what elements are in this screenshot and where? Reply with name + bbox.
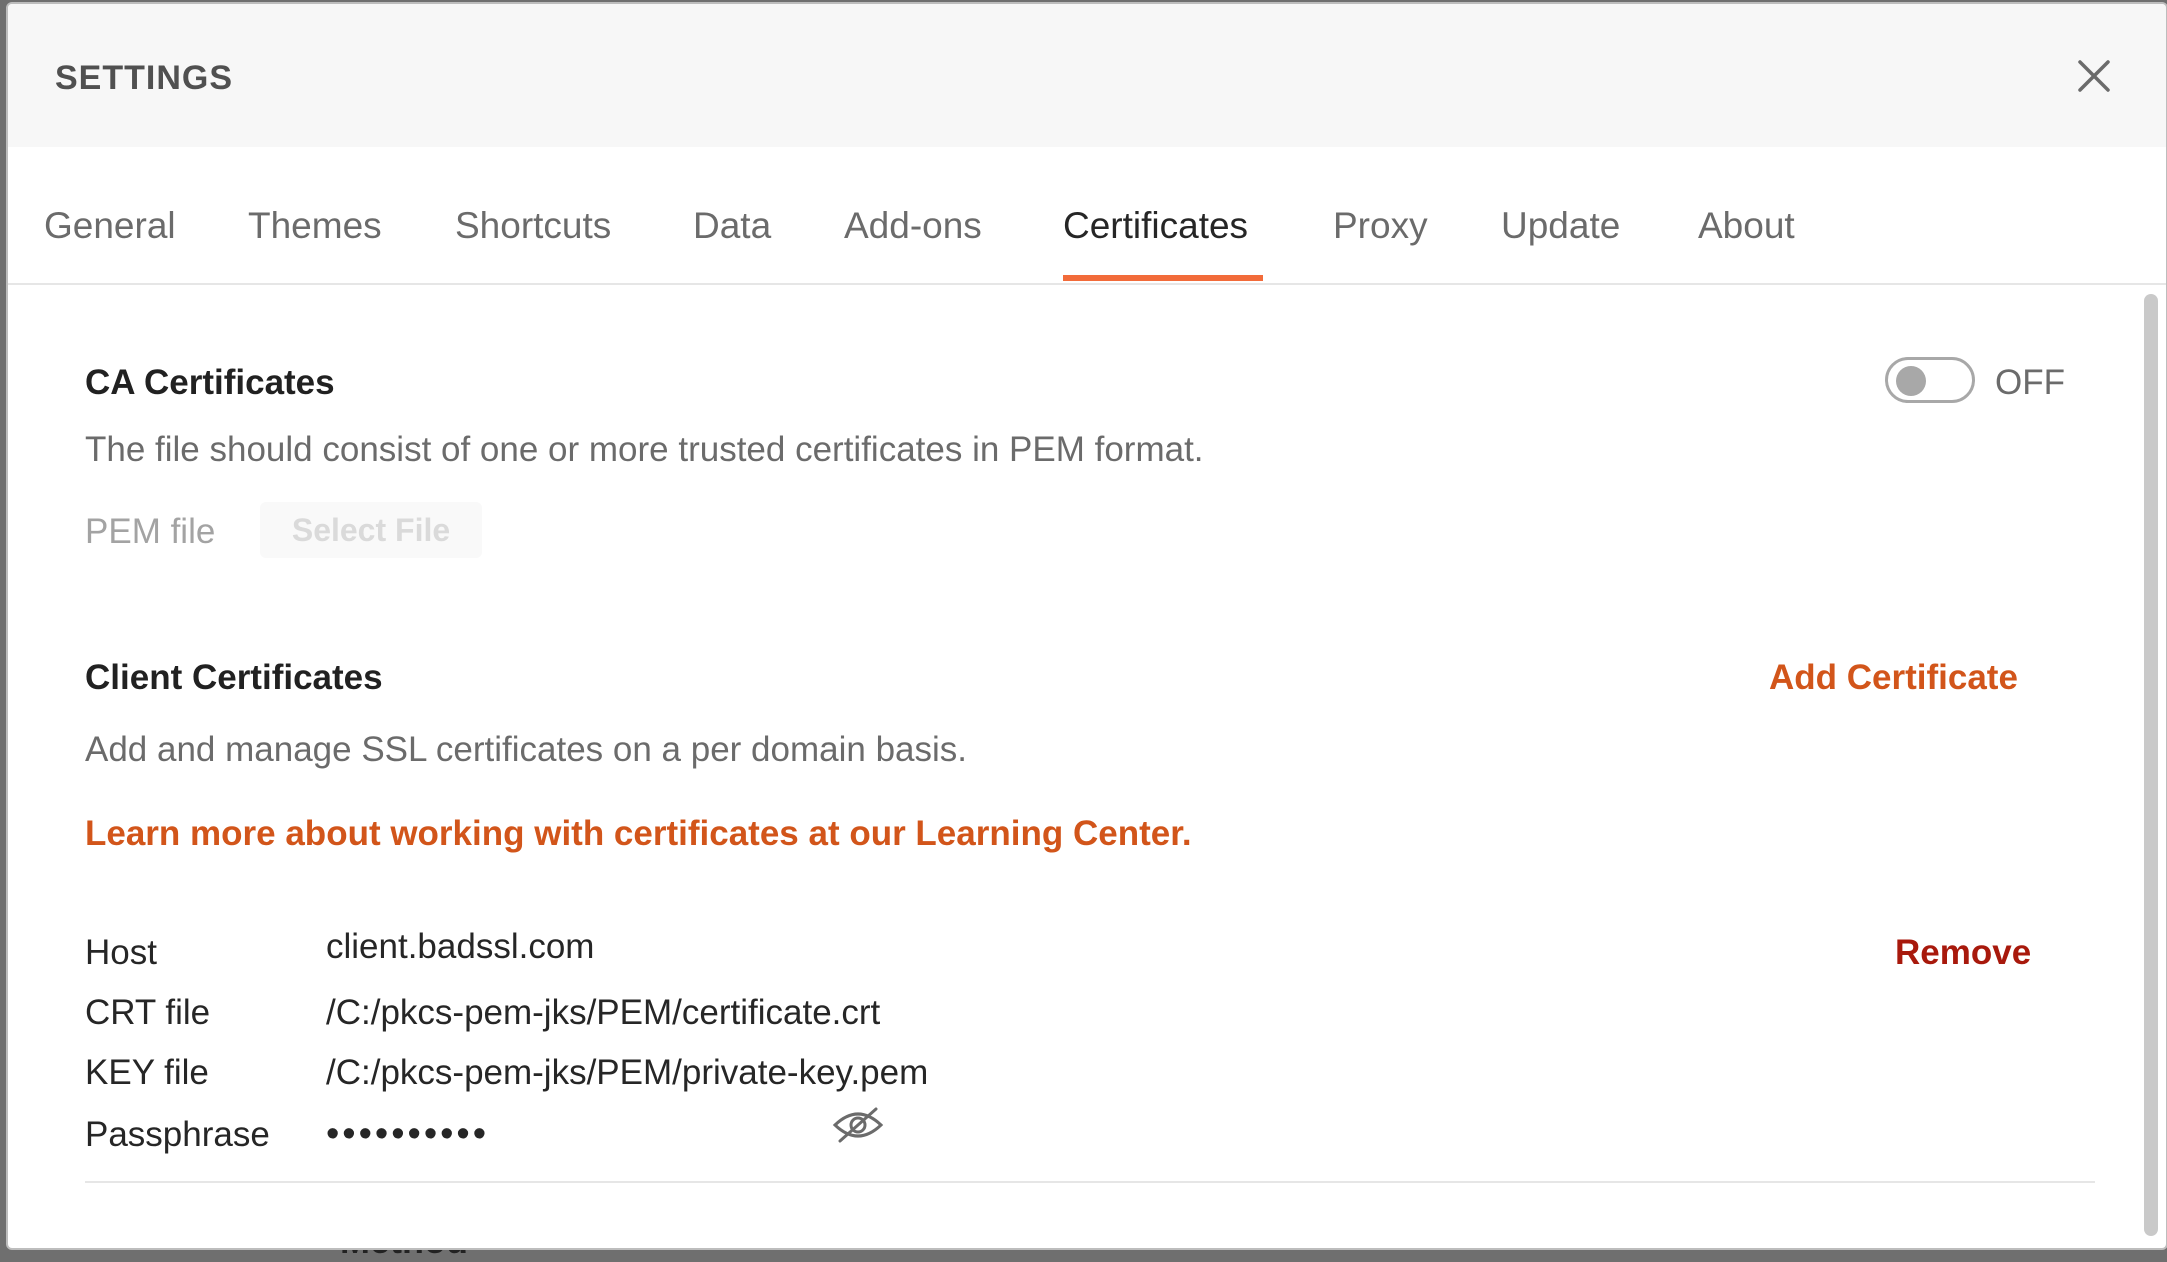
toggle-state-label: OFF (1995, 363, 2065, 402)
host-value: client.badssl.com (326, 927, 595, 966)
eye-off-icon[interactable] (832, 1105, 884, 1145)
settings-tabs: General Themes Shortcuts Data Add-ons Ce… (8, 147, 2166, 285)
settings-dialog: SETTINGS General Themes Shortcuts Data A… (6, 2, 2167, 1250)
crt-file-label: CRT file (85, 993, 211, 1032)
tab-general[interactable]: General (44, 205, 176, 247)
tab-data[interactable]: Data (693, 205, 771, 247)
close-icon[interactable] (2066, 48, 2122, 104)
active-tab-indicator (1063, 275, 1263, 281)
tab-add-ons[interactable]: Add-ons (844, 205, 982, 247)
remove-certificate-button[interactable]: Remove (1895, 933, 2031, 973)
tab-shortcuts[interactable]: Shortcuts (455, 205, 611, 247)
client-certificates-heading: Client Certificates (85, 658, 383, 697)
ca-certificates-heading: CA Certificates (85, 363, 335, 402)
ca-certificates-toggle[interactable] (1885, 357, 1975, 403)
learning-center-link[interactable]: Learn more about working with certificat… (85, 814, 1192, 854)
add-certificate-button[interactable]: Add Certificate (1769, 658, 2018, 698)
toggle-knob (1896, 366, 1926, 396)
crt-file-value: /C:/pkcs-pem-jks/PEM/certificate.crt (326, 993, 881, 1032)
tab-certificates[interactable]: Certificates (1063, 205, 1248, 247)
tab-update[interactable]: Update (1501, 205, 1620, 247)
passphrase-label: Passphrase (85, 1115, 270, 1154)
pem-file-label: PEM file (85, 512, 216, 551)
ca-certificates-description: The file should consist of one or more t… (85, 430, 1204, 469)
dialog-header: SETTINGS (8, 4, 2166, 147)
key-file-value: /C:/pkcs-pem-jks/PEM/private-key.pem (326, 1053, 929, 1092)
passphrase-value: •••••••••• (326, 1113, 490, 1155)
certificate-divider (85, 1181, 2095, 1183)
tab-about[interactable]: About (1698, 205, 1795, 247)
select-file-button[interactable]: Select File (260, 502, 482, 558)
host-label: Host (85, 933, 157, 972)
client-certificates-description: Add and manage SSL certificates on a per… (85, 730, 968, 769)
tab-themes[interactable]: Themes (248, 205, 382, 247)
tab-proxy[interactable]: Proxy (1333, 205, 1428, 247)
key-file-label: KEY file (85, 1053, 209, 1092)
dialog-title: SETTINGS (55, 59, 234, 97)
scrollbar[interactable] (2144, 294, 2158, 1236)
certificates-panel: CA Certificates OFF The file should cons… (8, 285, 2166, 1248)
